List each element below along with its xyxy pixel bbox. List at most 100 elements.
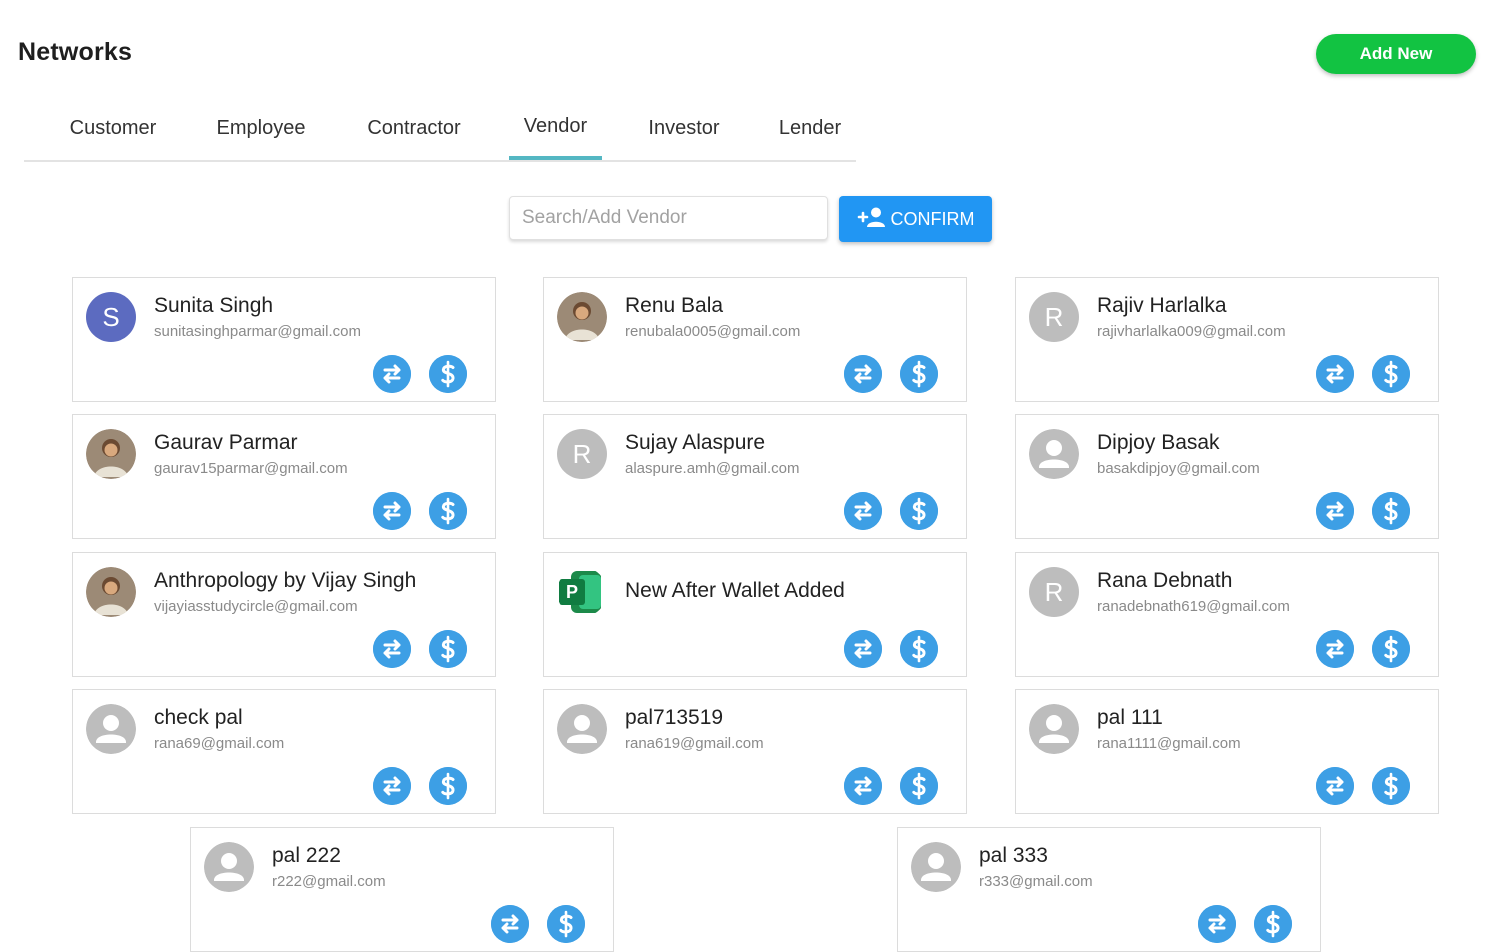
dollar-icon	[1372, 355, 1410, 393]
contact-email: rana619@gmail.com	[625, 735, 764, 752]
vendor-card[interactable]: P New After Wallet Added	[543, 552, 967, 677]
payment-button[interactable]	[429, 767, 467, 805]
app-logo-icon: P	[557, 567, 607, 617]
vendor-card[interactable]: R Rajiv Harlalka rajivharlalka009@gmail.co…	[1015, 277, 1439, 402]
vendor-card[interactable]: check pal rana69@gmail.com	[72, 689, 496, 814]
confirm-label: CONFIRM	[890, 208, 975, 229]
page-title: Networks	[18, 38, 133, 66]
dollar-icon	[429, 630, 467, 668]
tab-vendor[interactable]: Vendor	[509, 98, 602, 158]
transfer-icon	[373, 630, 411, 668]
contact-email: ranadebnath619@gmail.com	[1097, 598, 1290, 615]
contact-name: Anthropology by Vijay Singh	[154, 569, 417, 592]
payment-button[interactable]	[900, 630, 938, 668]
active-tab-indicator	[509, 156, 602, 160]
contact-email: r222@gmail.com	[272, 873, 386, 890]
payment-button[interactable]	[429, 355, 467, 393]
payment-button[interactable]	[429, 492, 467, 530]
payment-button[interactable]	[547, 905, 585, 943]
transfer-button[interactable]	[1316, 492, 1354, 530]
contact-name: Sujay Alaspure	[625, 431, 766, 454]
avatar: R	[557, 429, 607, 479]
dollar-icon	[1254, 905, 1292, 943]
search-vendor-input[interactable]	[509, 196, 828, 240]
payment-button[interactable]	[1372, 767, 1410, 805]
dollar-icon	[429, 492, 467, 530]
svg-text:P: P	[566, 582, 578, 602]
transfer-button[interactable]	[844, 630, 882, 668]
transfer-icon	[373, 355, 411, 393]
contact-email: gaurav15parmar@gmail.com	[154, 460, 348, 477]
contact-name: Rajiv Harlalka	[1097, 294, 1227, 317]
confirm-button[interactable]: CONFIRM	[839, 196, 992, 242]
transfer-button[interactable]	[373, 492, 411, 530]
transfer-button[interactable]	[373, 767, 411, 805]
person-avatar-icon	[86, 704, 136, 754]
contact-email: alaspure.amh@gmail.com	[625, 460, 800, 477]
contact-email: vijayiasstudycircle@gmail.com	[154, 598, 358, 615]
transfer-icon	[1198, 905, 1236, 943]
dollar-icon	[429, 355, 467, 393]
transfer-button[interactable]	[844, 492, 882, 530]
contact-name: Dipjoy Basak	[1097, 431, 1220, 454]
vendor-card[interactable]: S Sunita Singh sunitasinghparmar@gmail.com	[72, 277, 496, 402]
payment-button[interactable]	[900, 767, 938, 805]
payment-button[interactable]	[1372, 355, 1410, 393]
contact-email: rana1111@gmail.com	[1097, 735, 1241, 752]
tab-investor[interactable]: Investor	[632, 100, 736, 160]
avatar: R	[1029, 292, 1079, 342]
payment-button[interactable]	[429, 630, 467, 668]
avatar: S	[86, 292, 136, 342]
transfer-button[interactable]	[844, 355, 882, 393]
person-avatar-icon	[557, 704, 607, 754]
add-person-icon	[857, 206, 887, 233]
tab-employee[interactable]: Employee	[204, 100, 318, 160]
vendor-card[interactable]: pal 111 rana1111@gmail.com	[1015, 689, 1439, 814]
contact-email: rana69@gmail.com	[154, 735, 285, 752]
contact-email: sunitasinghparmar@gmail.com	[154, 323, 361, 340]
person-avatar-icon	[204, 842, 254, 892]
vendor-card[interactable]: Dipjoy Basak basakdipjoy@gmail.com	[1015, 414, 1439, 539]
tab-contractor[interactable]: Contractor	[352, 100, 476, 160]
transfer-button[interactable]	[373, 355, 411, 393]
tab-lender[interactable]: Lender	[766, 100, 854, 160]
person-avatar-icon	[1029, 704, 1079, 754]
transfer-icon	[844, 355, 882, 393]
transfer-button[interactable]	[1316, 767, 1354, 805]
transfer-icon	[844, 767, 882, 805]
contact-name: pal 111	[1097, 706, 1163, 729]
payment-button[interactable]	[1372, 630, 1410, 668]
vendor-card[interactable]: Anthropology by Vijay Singh vijayiasstudy…	[72, 552, 496, 677]
contact-email: basakdipjoy@gmail.com	[1097, 460, 1260, 477]
vendor-card[interactable]: R Rana Debnath ranadebnath619@gmail.com	[1015, 552, 1439, 677]
payment-button[interactable]	[900, 492, 938, 530]
transfer-button[interactable]	[1198, 905, 1236, 943]
vendor-card[interactable]: Renu Bala renubala0005@gmail.com	[543, 277, 967, 402]
add-new-button[interactable]: Add New	[1316, 34, 1476, 74]
payment-button[interactable]	[900, 355, 938, 393]
vendor-card[interactable]: pal 222 r222@gmail.com	[190, 827, 614, 952]
transfer-button[interactable]	[844, 767, 882, 805]
transfer-icon	[1316, 630, 1354, 668]
transfer-button[interactable]	[373, 630, 411, 668]
transfer-button[interactable]	[1316, 355, 1354, 393]
vendor-card[interactable]: pal 333 r333@gmail.com	[897, 827, 1321, 952]
vendor-card[interactable]: pal713519 rana619@gmail.com	[543, 689, 967, 814]
dollar-icon	[900, 492, 938, 530]
contact-name: Renu Bala	[625, 294, 724, 317]
tab-customer[interactable]: Customer	[54, 100, 172, 160]
dollar-icon	[547, 905, 585, 943]
vendor-card[interactable]: Gaurav Parmar gaurav15parmar@gmail.com	[72, 414, 496, 539]
transfer-button[interactable]	[491, 905, 529, 943]
transfer-button[interactable]	[1316, 630, 1354, 668]
payment-button[interactable]	[1372, 492, 1410, 530]
photo-avatar	[86, 567, 136, 617]
vendor-card[interactable]: R Sujay Alaspure alaspure.amh@gmail.com	[543, 414, 967, 539]
person-avatar-icon	[1029, 429, 1079, 479]
dollar-icon	[1372, 492, 1410, 530]
contact-name: New After Wallet Added	[625, 579, 845, 602]
contact-email: rajivharlalka009@gmail.com	[1097, 323, 1286, 340]
contact-name: Sunita Singh	[154, 294, 274, 317]
payment-button[interactable]	[1254, 905, 1292, 943]
dollar-icon	[1372, 630, 1410, 668]
